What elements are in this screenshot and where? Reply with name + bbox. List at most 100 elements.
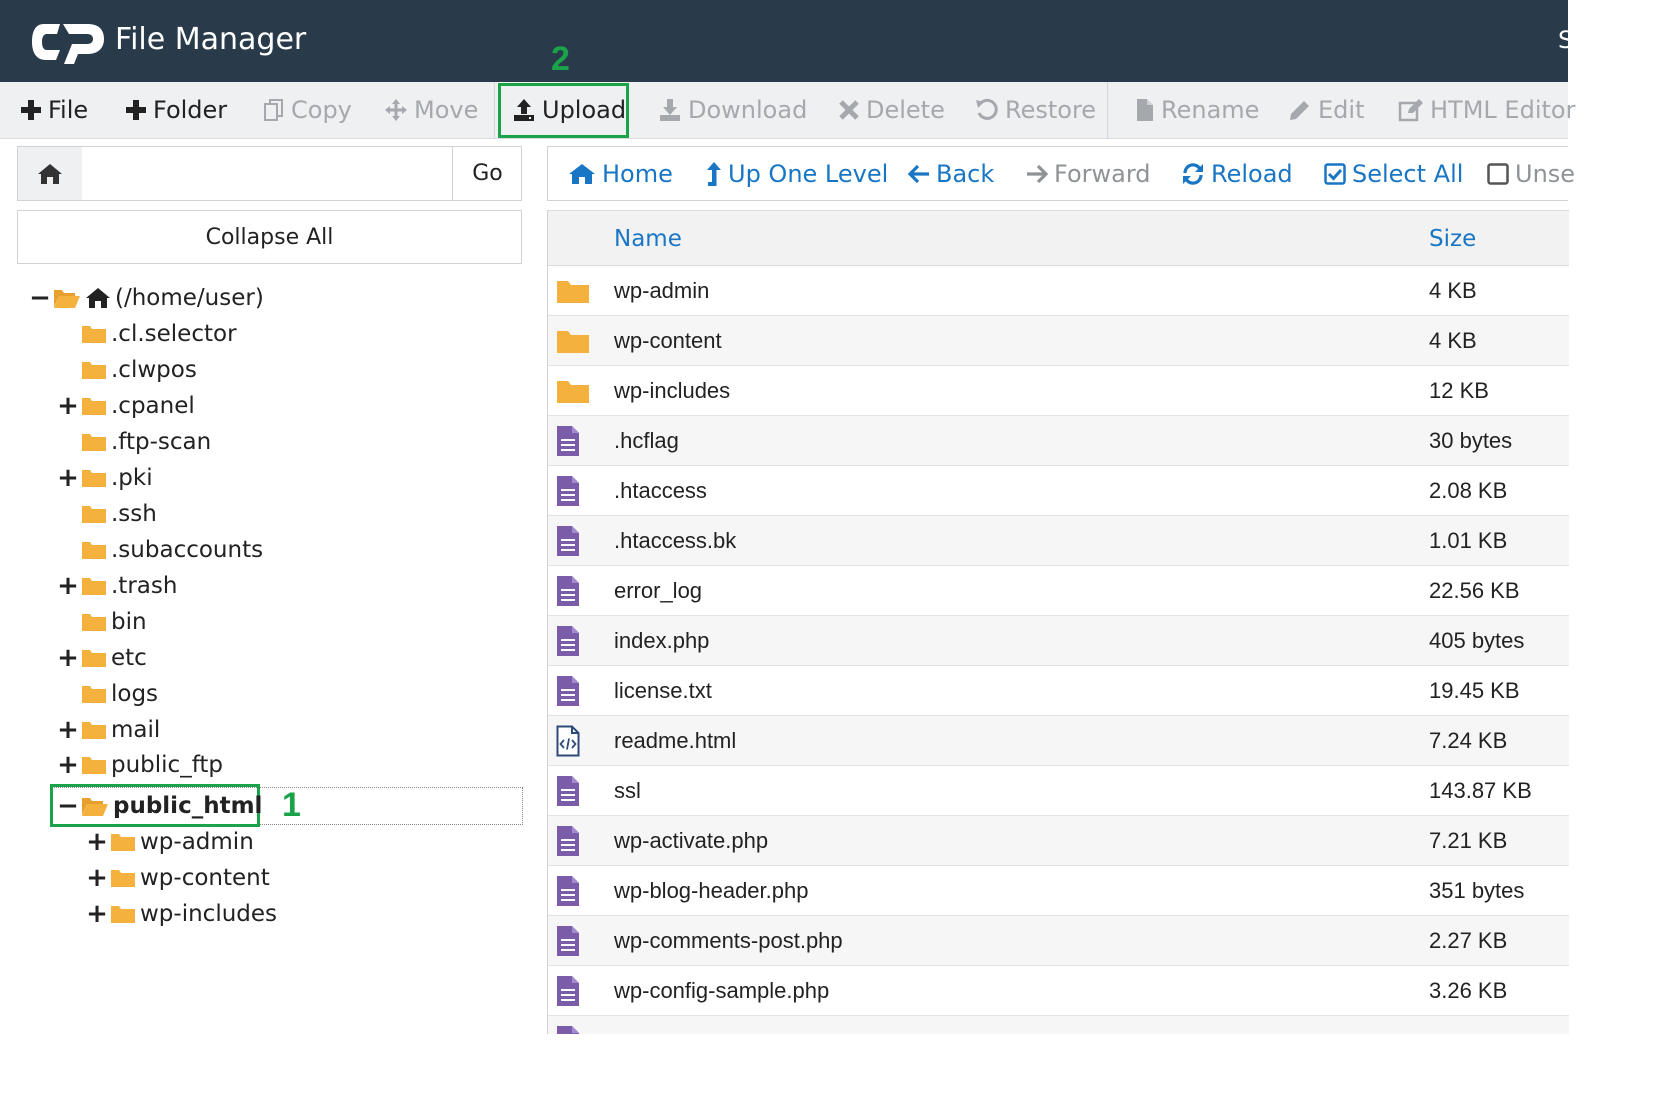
tree-item-label: .cl.selector — [111, 321, 237, 347]
collapse-toggle[interactable]: − — [29, 285, 51, 311]
table-row[interactable]: wp-blog-header.php 351 bytes — [548, 866, 1569, 916]
tree-item-cpanel[interactable]: + .cpanel — [57, 389, 195, 423]
tree-item-bin[interactable]: bin — [59, 605, 147, 639]
download-icon — [658, 98, 682, 122]
file-size: 4 KB — [1429, 278, 1477, 303]
tree-item-ssh[interactable]: .ssh — [59, 497, 157, 531]
home-directory-button[interactable] — [18, 147, 83, 200]
file-size: 351 bytes — [1429, 878, 1525, 903]
reload-label: Reload — [1211, 159, 1293, 188]
tree-item-wp-admin[interactable]: + wp-admin — [86, 825, 254, 859]
rename-button[interactable]: Rename — [1135, 82, 1259, 138]
move-button[interactable]: Move — [384, 82, 478, 138]
tree-item-trash[interactable]: + .trash — [57, 569, 177, 603]
table-row[interactable]: wp-comments-post.php 2.27 KB — [548, 916, 1569, 966]
file-name: wp-comments-post.php — [614, 928, 843, 953]
expand-toggle[interactable]: + — [57, 465, 79, 491]
folder-open-icon — [81, 795, 109, 817]
column-header-size[interactable]: Size — [1429, 211, 1476, 267]
path-input[interactable] — [82, 147, 452, 200]
home-icon — [85, 287, 111, 309]
tree-item-public-html[interactable]: − public_html — [57, 789, 262, 823]
file-size: 143.87 KB — [1429, 778, 1532, 803]
tree-item-mail[interactable]: + mail — [57, 713, 160, 747]
table-row[interactable]: wp-admin 4 KB — [548, 266, 1569, 316]
new-folder-button[interactable]: Folder — [125, 82, 227, 138]
home-button[interactable]: Home — [568, 147, 673, 200]
folder-icon — [81, 648, 107, 668]
table-row[interactable]: index.php 405 bytes — [548, 616, 1569, 666]
back-button[interactable]: Back — [908, 147, 994, 200]
column-header-name[interactable]: Name — [614, 211, 682, 267]
tree-item-home[interactable]: − (/home/user) — [29, 281, 264, 315]
collapse-toggle[interactable]: − — [57, 793, 79, 819]
download-button[interactable]: Download — [658, 82, 807, 138]
tree-item-label: wp-includes — [140, 901, 278, 927]
expand-toggle[interactable]: + — [57, 393, 79, 419]
plus-icon — [125, 99, 147, 121]
edit-button[interactable]: Edit — [1288, 82, 1364, 138]
restore-icon — [975, 98, 999, 122]
table-row[interactable]: wp-config-sample.php 3.26 KB — [548, 966, 1569, 1016]
navigation-bar: Home Up One Level Back Forward Reload Se… — [547, 146, 1575, 201]
table-row[interactable]: ssl 143.87 KB — [548, 766, 1569, 816]
table-row[interactable] — [548, 1016, 1569, 1034]
table-row[interactable]: wp-content 4 KB — [548, 316, 1569, 366]
table-row[interactable]: .htaccess.bk 1.01 KB — [548, 516, 1569, 566]
expand-toggle[interactable]: + — [57, 717, 79, 743]
tree-item-logs[interactable]: logs — [59, 677, 158, 711]
toolbar: File Folder Copy Move Upload Download De… — [0, 82, 1575, 139]
tree-item-wp-content[interactable]: + wp-content — [86, 861, 270, 895]
file-text-icon — [556, 516, 580, 566]
tree-item-etc[interactable]: + etc — [57, 641, 147, 675]
expand-toggle[interactable]: + — [86, 829, 108, 855]
file-size: 2.08 KB — [1429, 478, 1508, 503]
expand-toggle[interactable]: + — [57, 573, 79, 599]
tree-item-public-ftp[interactable]: + public_ftp — [57, 748, 223, 782]
unselect-all-button[interactable]: Unse — [1487, 147, 1575, 200]
go-button[interactable]: Go — [452, 147, 522, 200]
tree-item-cl-selector[interactable]: .cl.selector — [59, 317, 237, 351]
table-row[interactable]: error_log 22.56 KB — [548, 566, 1569, 616]
table-row[interactable]: .htaccess 2.08 KB — [548, 466, 1569, 516]
new-file-button[interactable]: File — [20, 82, 88, 138]
tree-item-pki[interactable]: + .pki — [57, 461, 153, 495]
checkbox-empty-icon — [1487, 162, 1509, 185]
folder-icon — [81, 432, 107, 452]
up-one-level-button[interactable]: Up One Level — [706, 147, 888, 200]
expand-toggle[interactable]: + — [86, 901, 108, 927]
file-size: 22.56 KB — [1429, 578, 1520, 603]
file-text-icon — [556, 916, 580, 966]
file-text-icon — [556, 616, 580, 666]
tree-item-wp-includes[interactable]: + wp-includes — [86, 897, 278, 931]
expand-toggle[interactable]: + — [57, 752, 79, 778]
html-editor-button[interactable]: HTML Editor — [1398, 82, 1575, 138]
file-text-icon — [556, 566, 580, 616]
tree-item-subaccounts[interactable]: .subaccounts — [59, 533, 263, 567]
tree-item-label: bin — [111, 609, 147, 635]
user-menu[interactable]: S — [1558, 26, 1573, 54]
file-list-table: Name Size wp-admin 4 KB wp-content 4 KB wp-i… — [547, 210, 1569, 1034]
restore-button[interactable]: Restore — [975, 82, 1096, 138]
file-name: readme.html — [614, 728, 737, 753]
html-editor-label: HTML Editor — [1430, 96, 1576, 124]
forward-button[interactable]: Forward — [1026, 147, 1151, 200]
table-row[interactable]: .hcflag 30 bytes — [548, 416, 1569, 466]
table-row[interactable]: readme.html 7.24 KB — [548, 716, 1569, 766]
file-code-icon — [556, 716, 580, 766]
select-all-button[interactable]: Select All — [1324, 147, 1463, 200]
collapse-all-button[interactable]: Collapse All — [17, 210, 522, 264]
copy-button[interactable]: Copy — [263, 82, 352, 138]
tree-item-ftp-scan[interactable]: .ftp-scan — [59, 425, 211, 459]
expand-toggle[interactable]: + — [57, 645, 79, 671]
expand-toggle[interactable]: + — [86, 865, 108, 891]
file-name: .htaccess — [614, 478, 707, 503]
tree-item-clwpos[interactable]: .clwpos — [59, 353, 197, 387]
tree-item-label: wp-content — [140, 865, 270, 891]
table-row[interactable]: wp-activate.php 7.21 KB — [548, 816, 1569, 866]
reload-button[interactable]: Reload — [1181, 147, 1293, 200]
table-row[interactable]: wp-includes 12 KB — [548, 366, 1569, 416]
table-row[interactable]: license.txt 19.45 KB — [548, 666, 1569, 716]
folder-icon — [81, 360, 107, 380]
delete-button[interactable]: Delete — [838, 82, 945, 138]
